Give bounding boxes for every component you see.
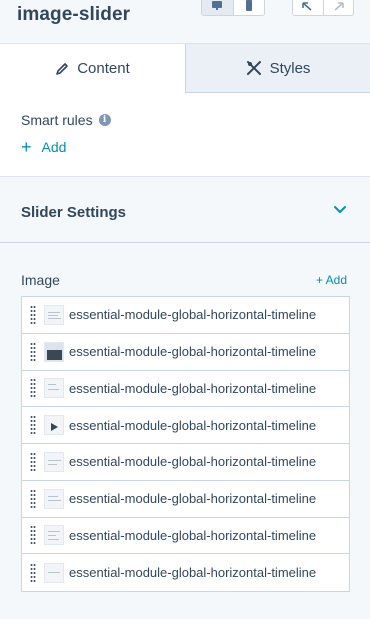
image-list-item[interactable]: essential-module-global-horizontal-timel… bbox=[22, 444, 349, 481]
undo-button[interactable] bbox=[293, 0, 324, 15]
drag-handle-icon[interactable] bbox=[22, 415, 44, 435]
image-list-item[interactable]: essential-module-global-horizontal-timel… bbox=[22, 297, 349, 334]
image-thumbnail bbox=[44, 378, 64, 399]
add-image-button[interactable]: + Add bbox=[316, 273, 347, 287]
pencil-icon bbox=[56, 62, 69, 75]
tab-content[interactable]: Content bbox=[0, 44, 186, 93]
image-file-name: essential-module-global-horizontal-timel… bbox=[69, 491, 317, 507]
drag-handle-icon[interactable] bbox=[22, 378, 44, 398]
image-thumbnail bbox=[44, 341, 64, 362]
tab-styles-label: Styles bbox=[269, 59, 311, 77]
redo-button[interactable] bbox=[324, 0, 354, 15]
smart-rules-label: Smart rules bbox=[21, 112, 93, 128]
image-thumbnail bbox=[44, 488, 64, 509]
history-controls bbox=[292, 0, 354, 16]
image-thumbnail bbox=[44, 562, 64, 583]
desktop-view-button[interactable] bbox=[202, 0, 234, 15]
slider-settings-section[interactable]: Slider Settings bbox=[0, 177, 370, 243]
image-file-name: essential-module-global-horizontal-timel… bbox=[69, 527, 317, 543]
mobile-view-button[interactable] bbox=[234, 0, 265, 15]
image-list: essential-module-global-horizontal-timel… bbox=[21, 296, 350, 592]
info-icon[interactable]: i bbox=[98, 114, 111, 126]
slider-settings-label: Slider Settings bbox=[21, 204, 127, 221]
image-file-name: essential-module-global-horizontal-timel… bbox=[69, 565, 317, 581]
smart-rules-section: Smart rules i + Add bbox=[0, 93, 370, 177]
image-thumbnail bbox=[44, 525, 64, 546]
undo-icon bbox=[301, 2, 312, 11]
redo-icon bbox=[334, 2, 345, 11]
drag-handle-icon[interactable] bbox=[22, 563, 44, 583]
image-file-name: essential-module-global-horizontal-timel… bbox=[69, 454, 317, 470]
chevron-down-icon[interactable] bbox=[333, 205, 347, 214]
image-field-label: Image bbox=[21, 272, 60, 288]
smart-rules-heading: Smart rules i bbox=[21, 112, 111, 128]
drag-handle-icon[interactable] bbox=[22, 305, 44, 325]
image-file-name: essential-module-global-horizontal-timel… bbox=[69, 417, 317, 433]
image-list-item[interactable]: essential-module-global-horizontal-timel… bbox=[22, 481, 349, 518]
image-thumbnail bbox=[44, 451, 64, 472]
mobile-icon bbox=[245, 0, 252, 11]
device-preview-toggle bbox=[201, 0, 265, 16]
desktop-icon bbox=[212, 1, 223, 10]
play-icon bbox=[51, 423, 58, 432]
editor-header: image-slider bbox=[0, 0, 370, 44]
drag-handle-icon[interactable] bbox=[22, 525, 44, 545]
add-smart-rule-label: Add bbox=[41, 139, 67, 155]
image-list-item[interactable]: essential-module-global-horizontal-timel… bbox=[22, 518, 349, 555]
image-thumbnail bbox=[44, 415, 64, 436]
image-file-name: essential-module-global-horizontal-timel… bbox=[69, 380, 317, 396]
styles-icon bbox=[246, 61, 261, 75]
image-list-item[interactable]: essential-module-global-horizontal-timel… bbox=[22, 334, 349, 371]
image-thumbnail bbox=[44, 304, 64, 325]
tab-styles[interactable]: Styles bbox=[186, 44, 370, 93]
image-file-name: essential-module-global-horizontal-timel… bbox=[69, 344, 317, 360]
image-file-name: essential-module-global-horizontal-timel… bbox=[69, 307, 317, 323]
add-smart-rule-button[interactable]: + Add bbox=[21, 137, 67, 157]
drag-handle-icon[interactable] bbox=[22, 452, 44, 472]
image-list-item[interactable]: essential-module-global-horizontal-timel… bbox=[22, 554, 349, 591]
editor-tabs: Content Styles bbox=[0, 44, 370, 93]
image-list-item[interactable]: essential-module-global-horizontal-timel… bbox=[22, 371, 349, 408]
image-field-section: Image + Add essential-module-global-hori… bbox=[0, 243, 370, 619]
drag-handle-icon[interactable] bbox=[22, 489, 44, 509]
image-list-item[interactable]: essential-module-global-horizontal-timel… bbox=[22, 407, 349, 444]
plus-icon: + bbox=[21, 137, 32, 157]
module-title: image-slider bbox=[17, 4, 131, 25]
drag-handle-icon[interactable] bbox=[22, 342, 44, 362]
tab-content-label: Content bbox=[77, 60, 130, 77]
